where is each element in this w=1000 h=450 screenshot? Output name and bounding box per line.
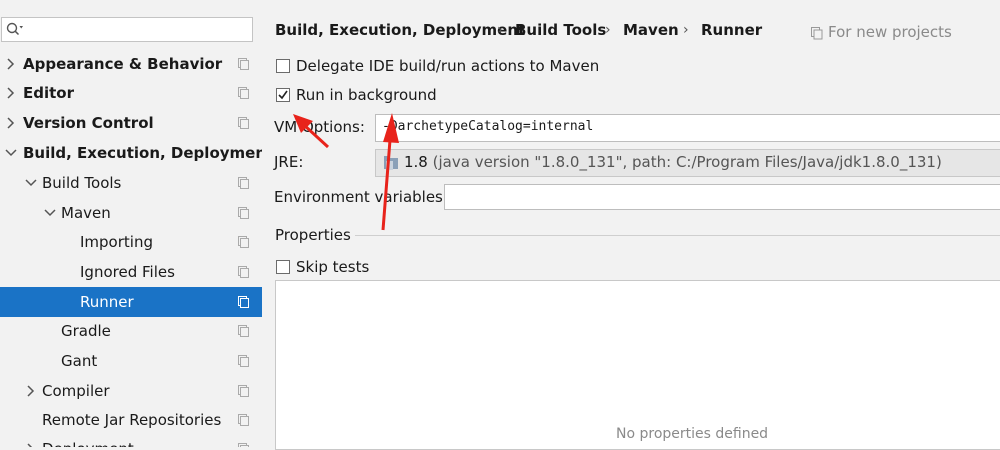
tree-item-label: Deployment (42, 434, 134, 447)
runner-settings-panel: Build, Execution, Deployment › Build Too… (262, 0, 1000, 450)
tree-item-label: Build, Execution, Deployment (23, 144, 263, 162)
project-settings-icon (238, 117, 249, 129)
project-settings-icon (238, 355, 249, 367)
tree-item-version-control[interactable]: Version Control (0, 108, 262, 138)
chevron-right-icon[interactable] (25, 385, 37, 397)
tree-item-label: Appearance & Behavior (23, 55, 223, 73)
tree-item-importing[interactable]: Importing (0, 227, 262, 257)
tree-item-editor[interactable]: Editor (0, 78, 262, 108)
tree-item-label: Version Control (23, 114, 154, 132)
tree-item-runner[interactable]: Runner (0, 287, 262, 317)
vm-options-label: VM Options: (274, 118, 365, 136)
tree-item-label: Build Tools (42, 174, 122, 192)
tree-item-label: Remote Jar Repositories (42, 411, 222, 429)
project-settings-icon (238, 266, 249, 278)
project-settings-icon (238, 177, 249, 189)
project-settings-icon (238, 236, 249, 248)
run-in-background-checkbox[interactable] (276, 88, 290, 102)
tree-item-label: Gradle (61, 322, 111, 340)
tree-item-label: Ignored Files (80, 263, 175, 281)
section-divider (355, 235, 1000, 236)
jre-label: JRE: (274, 153, 304, 171)
project-settings-icon (811, 25, 823, 44)
environment-variables-input[interactable] (444, 184, 1000, 210)
tree-item-label: Importing (80, 233, 153, 251)
tree-item-maven[interactable]: Maven (0, 198, 262, 228)
delegate-build-checkbox[interactable] (276, 59, 290, 73)
tree-item-label: Compiler (42, 382, 110, 400)
delegate-build-label[interactable]: Delegate IDE build/run actions to Maven (296, 56, 599, 76)
tree-item-build-tools[interactable]: Build Tools (0, 168, 262, 198)
tree-item-deployment[interactable]: Deployment (0, 434, 262, 447)
skip-tests-label[interactable]: Skip tests (296, 257, 369, 277)
properties-section-title: Properties (275, 226, 351, 244)
tree-item-label: Editor (23, 84, 74, 102)
properties-table[interactable]: No properties defined (275, 280, 1000, 450)
chevron-down-icon[interactable] (44, 207, 56, 219)
tree-item-gradle[interactable]: Gradle (0, 316, 262, 346)
chevron-right-icon[interactable] (25, 443, 37, 447)
breadcrumb-item[interactable]: Build, Execution, Deployment (275, 20, 525, 40)
tree-item-compiler[interactable]: Compiler (0, 376, 262, 406)
vm-options-input[interactable]: -DarchetypeCatalog=internal (375, 114, 1000, 142)
scope-note: For new projects (828, 23, 952, 41)
tree-item-ignored-files[interactable]: Ignored Files (0, 257, 262, 287)
jre-details: (java version "1.8.0_131", path: C:/Prog… (432, 153, 942, 171)
skip-tests-checkbox[interactable] (276, 260, 290, 274)
vm-options-value: -DarchetypeCatalog=internal (382, 119, 594, 134)
tree-item-remote-jar-repositories[interactable]: Remote Jar Repositories (0, 405, 262, 435)
breadcrumb-separator: › (683, 22, 689, 38)
tree-item-gant[interactable]: Gant (0, 346, 262, 376)
chevron-right-icon[interactable] (5, 117, 17, 129)
checkmark-icon (278, 90, 288, 100)
tree-item-build-execution-deployment[interactable]: Build, Execution, Deployment (0, 138, 262, 168)
breadcrumb-item[interactable]: Build Tools (515, 20, 606, 40)
chevron-right-icon[interactable] (5, 58, 17, 70)
tree-item-appearance-behavior[interactable]: Appearance & Behavior (0, 49, 262, 79)
chevron-down-icon[interactable] (5, 147, 17, 159)
project-settings-icon (238, 325, 249, 337)
tree-item-label: Gant (61, 352, 98, 370)
tree-item-label: Runner (80, 293, 134, 311)
run-in-background-label[interactable]: Run in background (296, 85, 437, 105)
project-settings-icon (238, 296, 249, 308)
breadcrumb-item[interactable]: Maven (623, 20, 679, 40)
search-icon (6, 22, 24, 41)
jre-select[interactable]: 1.8 (java version "1.8.0_131", path: C:/… (375, 149, 1000, 177)
tree-item-label: Maven (61, 204, 111, 222)
project-settings-icon (238, 414, 249, 426)
chevron-down-icon[interactable] (25, 177, 37, 189)
breadcrumb-item: Runner (701, 21, 763, 39)
breadcrumb-separator: › (605, 22, 611, 38)
project-settings-icon (238, 207, 249, 219)
project-settings-icon (238, 385, 249, 397)
empty-properties-text: No properties defined (616, 426, 769, 442)
environment-variables-label: Environment variables: (274, 188, 448, 206)
project-settings-icon (238, 87, 249, 99)
jre-version: 1.8 (404, 153, 428, 171)
project-settings-icon (238, 58, 249, 70)
settings-search-input[interactable] (1, 17, 253, 42)
chevron-right-icon[interactable] (5, 87, 17, 99)
jdk-folder-icon (384, 156, 400, 175)
settings-tree-panel: Appearance & Behavior Editor Version Con… (0, 0, 263, 447)
project-settings-icon (238, 443, 249, 447)
breadcrumb-separator: › (497, 22, 503, 38)
